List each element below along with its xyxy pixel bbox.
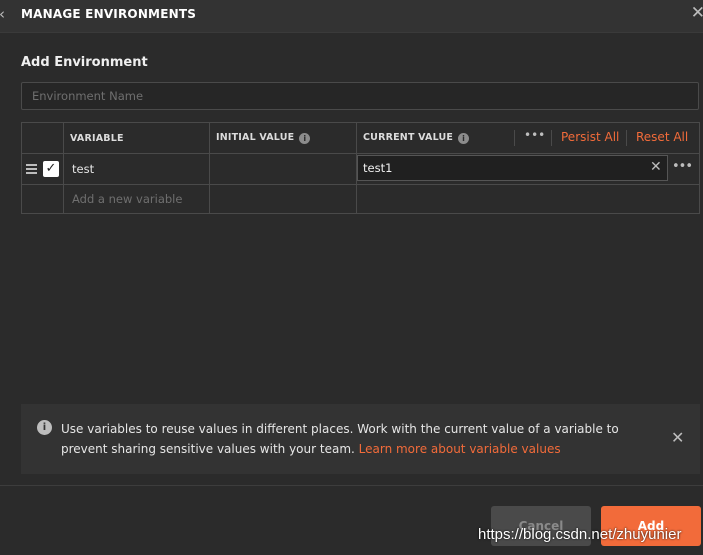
header-separator <box>626 130 627 146</box>
header-separator <box>551 130 552 146</box>
grid-line <box>22 184 699 185</box>
row-enabled-checkbox[interactable]: ✓ <box>43 161 59 177</box>
persist-all-link[interactable]: Persist All <box>561 130 619 144</box>
header-initial-value-label: INITIAL VALUE <box>216 132 295 143</box>
current-value-input[interactable] <box>357 155 668 181</box>
clear-icon[interactable]: ✕ <box>650 159 662 175</box>
info-icon[interactable]: i <box>458 133 470 144</box>
header-initial-value: INITIAL VALUE i <box>216 132 311 144</box>
info-icon: i <box>37 420 52 435</box>
grid-line <box>22 153 699 154</box>
header-separator <box>514 130 515 146</box>
drag-handle-icon[interactable] <box>26 164 37 176</box>
close-icon[interactable]: ✕ <box>671 430 684 446</box>
notice-text: Use variables to reuse values in differe… <box>61 419 651 459</box>
info-notice: i Use variables to reuse values in diffe… <box>21 404 700 474</box>
learn-more-link[interactable]: Learn more about variable values <box>359 442 561 456</box>
header-current-value-label: CURRENT VALUE <box>363 132 454 143</box>
header-current-value: CURRENT VALUE i <box>363 132 470 144</box>
reset-all-link[interactable]: Reset All <box>636 130 688 144</box>
chevron-left-icon[interactable]: ‹ <box>0 5 5 23</box>
variable-name-cell[interactable]: test <box>72 162 94 176</box>
more-dots-icon[interactable]: ••• <box>524 128 545 142</box>
watermark: https://blog.csdn.net/zhuyunier <box>478 526 682 543</box>
dialog-title: MANAGE ENVIRONMENTS <box>21 7 197 21</box>
footer-divider <box>0 485 703 486</box>
initial-value-cell[interactable] <box>210 154 356 184</box>
environment-name-input[interactable] <box>21 82 699 110</box>
close-icon[interactable]: ✕ <box>691 4 703 22</box>
header-variable: VARIABLE <box>70 133 124 144</box>
title-bar: ‹ MANAGE ENVIRONMENTS ✕ <box>0 0 703 33</box>
info-icon[interactable]: i <box>299 133 311 144</box>
new-variable-placeholder[interactable]: Add a new variable <box>72 192 182 206</box>
grid-line <box>63 123 64 213</box>
section-label: Add Environment <box>21 55 148 70</box>
more-dots-icon[interactable]: ••• <box>672 159 693 175</box>
